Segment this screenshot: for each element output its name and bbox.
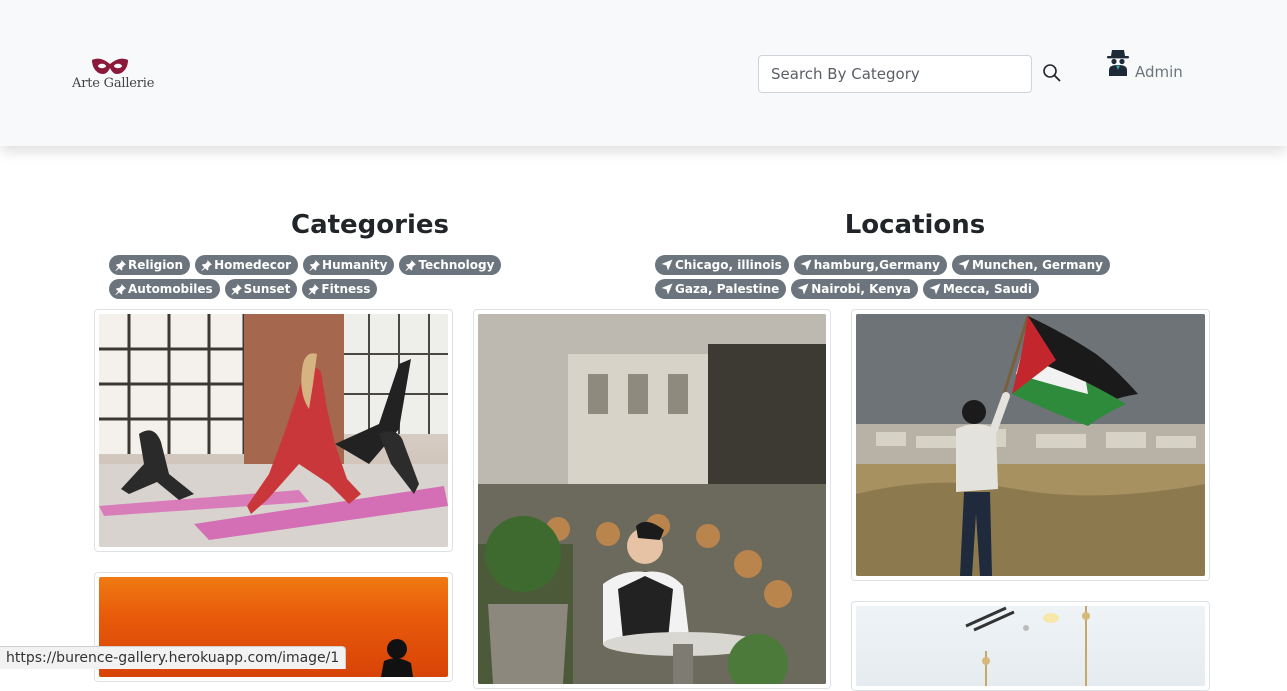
location-arrow-icon [661,259,673,271]
locations-heading: Locations [844,210,986,240]
fitness-photo [99,314,448,547]
fitness-illustration [99,314,448,547]
location-badges: Chicago, illinois hamburg,Germany Munche… [655,255,1175,299]
location-badge-nairobi[interactable]: Nairobi, Kenya [791,279,918,299]
categories-heading: Categories [290,210,449,240]
location-badge-munchen[interactable]: Munchen, Germany [951,255,1110,275]
admin-menu[interactable]: Admin [1106,46,1196,82]
mask-logo-icon [92,58,128,74]
interior-illustration [965,606,1090,686]
admin-label: Admin [1135,63,1183,81]
search-button[interactable] [1040,62,1064,86]
location-arrow-icon [800,259,812,271]
gallery-card-fitness[interactable] [94,309,453,552]
category-badge-homedecor[interactable]: Homedecor [195,255,299,275]
pushpin-icon [115,259,126,271]
search-icon [1043,63,1061,81]
pushpin-icon [405,259,417,271]
navbar: Arte Gallerie Admin [0,0,1287,146]
location-badge-mecca[interactable]: Mecca, Saudi [922,279,1039,299]
location-arrow-icon [958,259,970,271]
search-input[interactable] [758,55,1032,93]
category-badge-religion[interactable]: Religion [109,255,191,275]
gallery-card-cafe[interactable] [473,309,831,689]
location-badge-hamburg[interactable]: hamburg,Germany [793,255,947,275]
gallery-card-interior[interactable] [851,601,1210,691]
category-badges: Religion Homedecor Humanity Technology A… [109,255,579,299]
category-badge-technology[interactable]: Technology [399,255,502,275]
location-arrow-icon [797,283,809,295]
flag-illustration [856,314,1205,576]
brand-name: Arte Gallerie [72,76,155,91]
pushpin-icon [201,259,213,271]
location-arrow-icon [661,283,673,295]
cafe-illustration [478,314,826,684]
category-badge-humanity[interactable]: Humanity [303,255,395,275]
location-badge-gaza[interactable]: Gaza, Palestine [655,279,787,299]
location-badge-chicago[interactable]: Chicago, illinois [655,255,789,275]
cafe-photo [478,314,826,684]
pushpin-icon [309,259,321,271]
status-bar-url: https://burence-gallery.herokuapp.com/im… [0,646,347,669]
brand-link[interactable]: Arte Gallerie [72,56,155,96]
category-badge-automobiles[interactable]: Automobiles [109,279,220,299]
pushpin-icon [308,283,320,295]
category-badge-sunset[interactable]: Sunset [224,279,298,299]
interior-photo [856,606,1205,686]
spy-avatar-icon [1107,50,1129,76]
pushpin-icon [115,283,126,295]
pushpin-icon [231,283,242,295]
gallery-card-flag[interactable] [851,309,1210,581]
category-badge-fitness[interactable]: Fitness [302,279,378,299]
palestine-flag-photo [856,314,1205,576]
location-arrow-icon [929,283,941,295]
